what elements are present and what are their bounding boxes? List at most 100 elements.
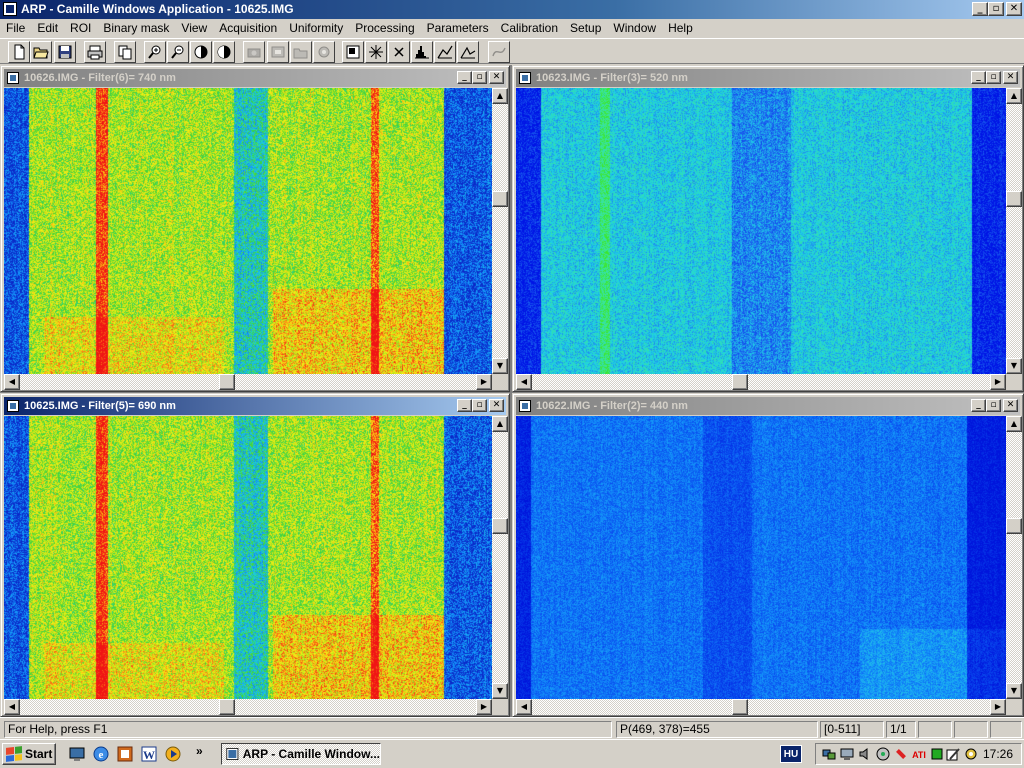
false-color-image[interactable] [4,88,492,374]
tray-volume-icon[interactable] [858,747,872,761]
horizontal-scrollbar[interactable]: ◀ ▶ [4,699,492,715]
horizontal-scrollbar[interactable]: ◀ ▶ [4,374,492,390]
horizontal-scroll-thumb[interactable] [219,374,235,390]
child-close-button[interactable]: ✕ [1003,71,1018,84]
tray-ati-icon[interactable]: ATI [912,747,926,761]
scroll-up-button[interactable]: ▲ [492,88,508,104]
image-window-title-bar[interactable]: 10626.IMG - Filter(6)= 740 nm _ ▫ ✕ [4,69,506,87]
scroll-up-button[interactable]: ▲ [1006,88,1022,104]
filter-button[interactable] [313,41,335,63]
scroll-down-button[interactable]: ▼ [1006,358,1022,374]
start-button[interactable]: Start [2,743,56,765]
image-window-bottom-left[interactable]: 10625.IMG - Filter(5)= 690 nm _ ▫ ✕ ▲ ▼ ◀ ▶ [0,393,510,717]
menu-view[interactable]: View [175,19,213,38]
contrast-button[interactable] [190,41,212,63]
vertical-scrollbar[interactable]: ▲ ▼ [1006,88,1022,374]
tray-settings-icon[interactable] [964,747,978,761]
folder-open-button[interactable] [290,41,312,63]
curve-button[interactable] [488,41,510,63]
sparkle-button[interactable] [365,41,387,63]
line-profile-button[interactable] [457,41,479,63]
scroll-up-button[interactable]: ▲ [492,416,508,432]
vertical-scroll-thumb[interactable] [1006,191,1022,207]
menu-acquisition[interactable]: Acquisition [213,19,283,38]
zoom-in-button[interactable] [144,41,166,63]
scroll-right-button[interactable]: ▶ [476,374,492,390]
quicklaunch-outlook-icon[interactable] [116,745,134,763]
size-grip[interactable] [1006,699,1022,715]
image-window-bottom-right[interactable]: 10622.IMG - Filter(2)= 440 nm _ ▫ ✕ ▲ ▼ ◀ ▶ [512,393,1024,717]
app-minimize-button[interactable]: _ [972,2,988,16]
quicklaunch-ie-icon[interactable]: e [92,745,110,763]
menu-roi[interactable]: ROI [64,19,97,38]
scroll-down-button[interactable]: ▼ [492,683,508,699]
scroll-right-button[interactable]: ▶ [476,699,492,715]
menu-uniformity[interactable]: Uniformity [283,19,349,38]
vertical-scroll-thumb[interactable] [492,518,508,534]
app-restore-button[interactable]: ▫ [988,2,1004,16]
horizontal-scroll-thumb[interactable] [732,374,748,390]
menu-binary-mask[interactable]: Binary mask [97,19,175,38]
taskbar-button-arp[interactable]: ARP - Camille Window... [221,743,381,765]
scroll-down-button[interactable]: ▼ [1006,683,1022,699]
size-grip[interactable] [492,374,508,390]
language-indicator[interactable]: HU [780,745,802,763]
save-button[interactable] [54,41,76,63]
false-color-image[interactable] [516,88,1006,374]
scroll-right-button[interactable]: ▶ [990,374,1006,390]
image-window-title-bar[interactable]: 10622.IMG - Filter(2)= 440 nm _ ▫ ✕ [516,397,1020,415]
false-color-image[interactable] [4,416,492,699]
menu-file[interactable]: File [0,19,31,38]
app-title-bar[interactable]: ARP - Camille Windows Application - 1062… [0,0,1024,19]
tray-computer-icon[interactable] [840,747,854,761]
scroll-left-button[interactable]: ◀ [4,374,20,390]
image-canvas[interactable] [516,88,1006,374]
child-minimize-button[interactable]: _ [971,71,986,84]
roi-button[interactable] [342,41,364,63]
camera-button[interactable] [243,41,265,63]
histogram-button[interactable] [411,41,433,63]
false-color-image[interactable] [516,416,1006,699]
menu-parameters[interactable]: Parameters [421,19,495,38]
scroll-left-button[interactable]: ◀ [516,374,532,390]
vertical-scrollbar[interactable]: ▲ ▼ [1006,416,1022,699]
capture-button[interactable] [267,41,289,63]
image-doc-icon[interactable] [519,400,531,412]
child-maximize-button[interactable]: ▫ [472,399,487,412]
tray-edit-icon[interactable] [946,747,960,761]
size-grip[interactable] [1006,374,1022,390]
image-canvas[interactable] [4,416,492,699]
scroll-left-button[interactable]: ◀ [516,699,532,715]
vertical-scroll-thumb[interactable] [1006,518,1022,534]
tray-green-app-icon[interactable] [930,747,944,761]
quicklaunch-mediaplayer-icon[interactable] [164,745,182,763]
size-grip[interactable] [492,699,508,715]
horizontal-scrollbar[interactable]: ◀ ▶ [516,699,1006,715]
horizontal-scroll-thumb[interactable] [219,699,235,715]
vertical-scrollbar[interactable]: ▲ ▼ [492,88,508,374]
menu-help[interactable]: Help [662,19,699,38]
image-window-top-right[interactable]: 10623.IMG - Filter(3)= 520 nm _ ▫ ✕ ▲ ▼ ◀ ▶ [512,65,1024,392]
menu-edit[interactable]: Edit [31,19,64,38]
child-minimize-button[interactable]: _ [457,71,472,84]
copy-button[interactable] [114,41,136,63]
child-maximize-button[interactable]: ▫ [472,71,487,84]
print-button[interactable] [84,41,106,63]
new-file-button[interactable] [8,41,30,63]
image-canvas[interactable] [516,416,1006,699]
menu-calibration[interactable]: Calibration [495,19,564,38]
vertical-scrollbar[interactable]: ▲ ▼ [492,416,508,699]
quicklaunch-more-chevron[interactable]: » [196,744,203,758]
child-close-button[interactable]: ✕ [1003,399,1018,412]
image-doc-icon[interactable] [519,72,531,84]
menu-processing[interactable]: Processing [349,19,420,38]
zoom-out-button[interactable] [167,41,189,63]
clock[interactable]: 17:26 [983,747,1013,761]
child-minimize-button[interactable]: _ [457,399,472,412]
x-button[interactable] [388,41,410,63]
image-window-title-bar[interactable]: 10623.IMG - Filter(3)= 520 nm _ ▫ ✕ [516,69,1020,87]
child-maximize-button[interactable]: ▫ [986,399,1001,412]
child-close-button[interactable]: ✕ [489,399,504,412]
app-icon[interactable] [3,2,17,16]
child-close-button[interactable]: ✕ [489,71,504,84]
